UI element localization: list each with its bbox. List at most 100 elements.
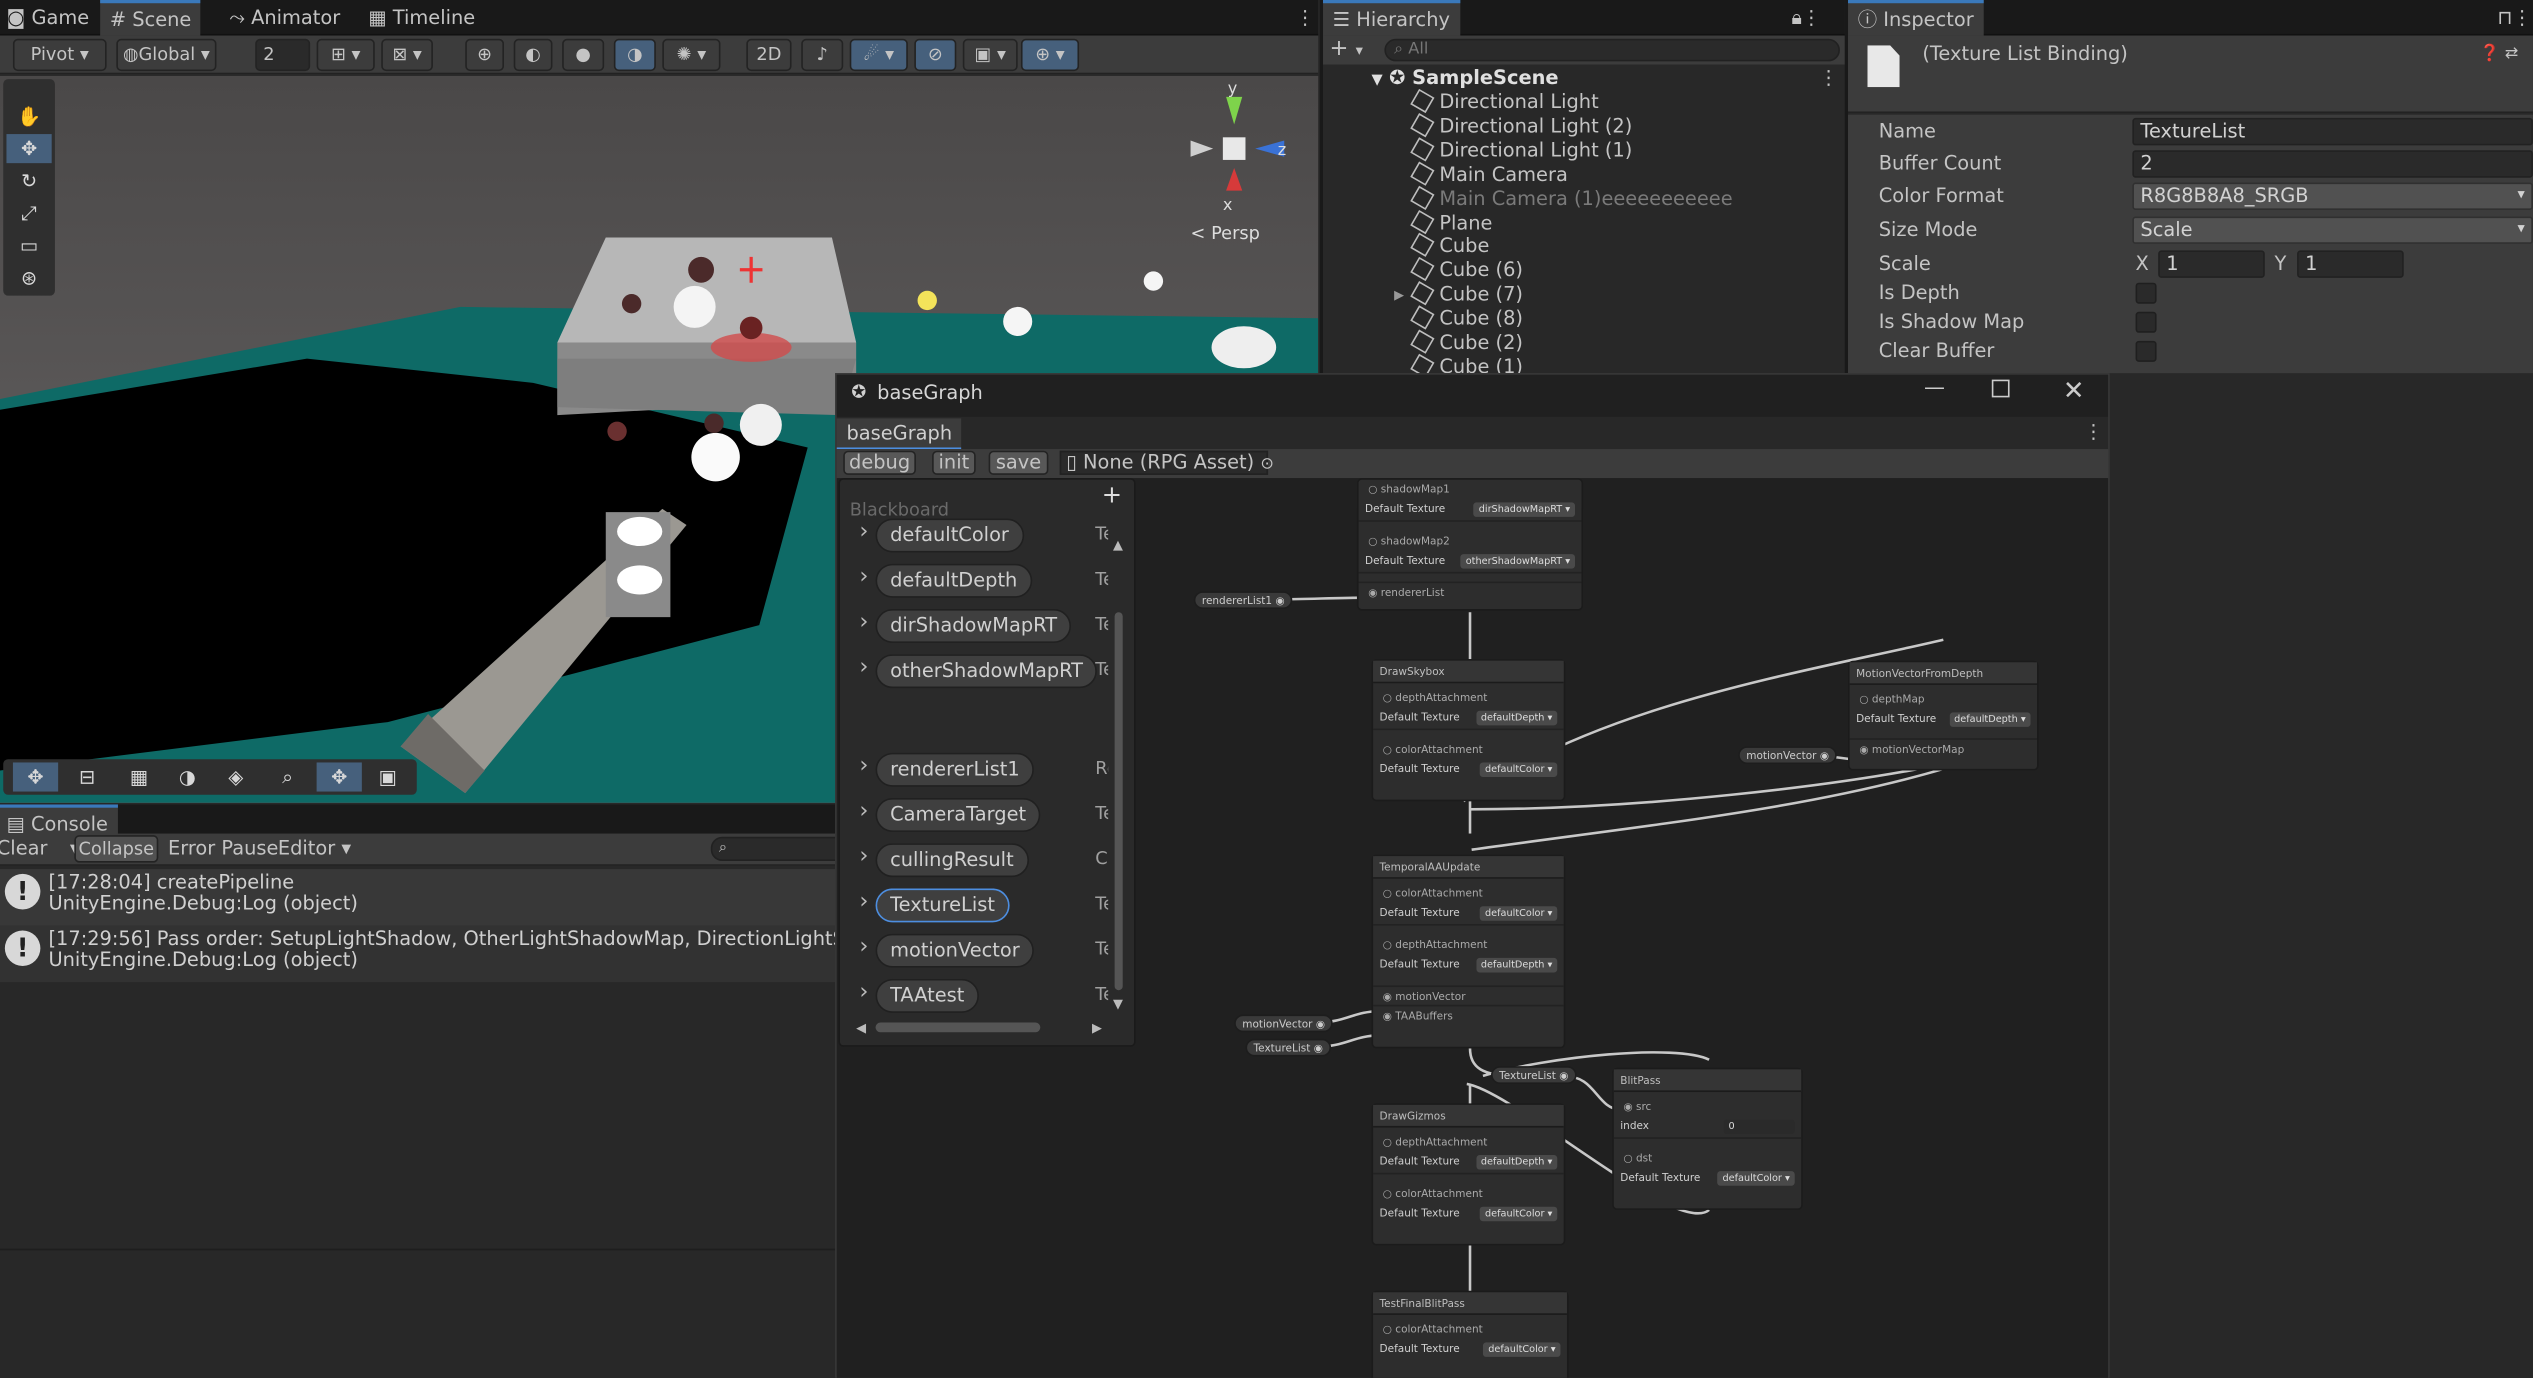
scroll-right-icon[interactable]: ▶ <box>1092 1021 1102 1036</box>
name-field[interactable]: TextureList <box>2132 117 2533 146</box>
init-button[interactable]: init <box>932 450 976 475</box>
depth-port[interactable]: ○ depthAttachment <box>1373 1132 1564 1151</box>
blackboard-item[interactable]: › cullingResult Culling <box>853 843 1108 879</box>
hierarchy-item[interactable]: Main Camera (1)eeeeeeeeeee <box>1410 185 1733 211</box>
scale-tool-icon[interactable]: ⤢ <box>6 199 51 228</box>
debug-draw-icon[interactable]: ✺ ▾ <box>662 38 721 72</box>
layers-icon[interactable]: ◈ <box>213 762 258 791</box>
display-icon[interactable]: ▣ <box>365 762 410 791</box>
blackboard-item[interactable]: › dirShadowMapRT Te <box>853 609 1108 645</box>
blackboard-item[interactable]: › defaultColor Te <box>853 518 1108 555</box>
color-port[interactable]: ○ colorAttachment <box>1373 1320 1567 1339</box>
color-port[interactable]: ○ colorAttachment <box>1373 1184 1564 1203</box>
motion-vector-node[interactable]: MotionVectorFromDepth ○ depthMap Default… <box>1848 660 2039 771</box>
shaded-icon[interactable]: ● <box>562 38 605 72</box>
chevron-right-icon[interactable]: › <box>859 654 868 680</box>
chevron-right-icon[interactable]: › <box>859 843 868 869</box>
grid-snap-icon[interactable]: ⊞ ▾ <box>316 38 375 72</box>
blackboard-field-pill[interactable]: dirShadowMapRT <box>875 609 1072 643</box>
scroll-left-icon[interactable]: ◀ <box>856 1021 866 1036</box>
blackboard-field-pill[interactable]: cullingResult <box>875 843 1029 878</box>
blit-pass-node[interactable]: BlitPass ◉ src index 0 ○ dst Default Text… <box>1612 1067 1803 1210</box>
snap-increment-icon[interactable]: ⊠ ▾ <box>381 38 433 72</box>
texture-dropdown[interactable]: defaultColor ▾ <box>1480 1206 1558 1222</box>
chevron-right-icon[interactable]: › <box>859 519 868 545</box>
texturelist-chip[interactable]: TextureList ◉ <box>1491 1066 1577 1084</box>
final-blit-node[interactable]: TestFinalBlitPass ○ colorAttachment Defa… <box>1371 1290 1569 1378</box>
texture-dropdown[interactable]: defaultColor ▾ <box>1483 1342 1561 1357</box>
global-dropdown[interactable]: ◍Global ▾ <box>116 38 217 72</box>
hierarchy-search[interactable]: ⌕ All <box>1384 38 1840 62</box>
tab-game[interactable]: ◙ Game <box>0 0 99 36</box>
hierarchy-item[interactable]: Cube (8) <box>1410 305 1523 331</box>
hierarchy-item[interactable]: Cube (2) <box>1410 329 1523 355</box>
motionvector-chip[interactable]: motionVector ◉ <box>1234 1014 1334 1033</box>
chevron-right-icon[interactable]: › <box>859 979 868 1005</box>
camera-icon[interactable]: ▣ ▾ <box>962 38 1018 72</box>
depth-port[interactable]: ○ depthAttachment <box>1373 688 1564 707</box>
src-port[interactable]: ◉ src <box>1614 1097 1801 1116</box>
scroll-up-icon[interactable]: ▲ <box>1113 538 1123 553</box>
add-icon[interactable]: + <box>1102 480 1122 509</box>
color-port[interactable]: ○ colorAttachment <box>1373 884 1564 903</box>
texture-dropdown[interactable]: defaultColor ▾ <box>1480 762 1558 778</box>
collapse-button[interactable]: Collapse <box>74 835 159 863</box>
hierarchy-item[interactable]: Cube <box>1410 233 1489 259</box>
graph-titlebar[interactable] <box>836 374 2109 417</box>
more-icon[interactable]: ⋮ <box>1819 66 1838 89</box>
blackboard-item[interactable]: › TextureList Textu <box>853 888 1108 924</box>
buffer-count-field[interactable]: 2 <box>2132 150 2533 178</box>
chevron-right-icon[interactable]: › <box>859 753 868 779</box>
blackboard-field-pill[interactable]: TAAtest <box>875 978 979 1013</box>
align-icon[interactable]: ⊟ <box>65 762 110 791</box>
texture-dropdown[interactable]: defaultDepth ▾ <box>1949 712 2031 727</box>
texture-dropdown[interactable]: otherShadowMapRT ▾ <box>1460 554 1576 569</box>
2d-toggle[interactable]: 2D <box>746 38 792 72</box>
pan-icon[interactable]: ✥ <box>316 762 362 792</box>
hierarchy-item[interactable]: Directional Light (2) <box>1410 112 1632 139</box>
expand-icon[interactable]: ▶ <box>1394 283 1404 307</box>
vertical-scrollbar[interactable] <box>1114 612 1123 991</box>
dst-port[interactable]: ○ dst <box>1614 1149 1801 1168</box>
hierarchy-item[interactable]: Cube (6) <box>1410 257 1523 283</box>
editor-dropdown[interactable]: Editor ▾ <box>278 837 351 860</box>
chevron-right-icon[interactable]: › <box>859 888 868 914</box>
hand-tool-icon[interactable]: ✋ <box>6 102 51 131</box>
blackboard-item[interactable]: › motionVector Te <box>853 933 1108 970</box>
taabuffers-port[interactable]: ◉ TAABuffers <box>1373 1004 1564 1024</box>
blackboard-field-pill[interactable]: otherShadowMapRT <box>875 654 1098 689</box>
texturelist-chip[interactable]: TextureList ◉ <box>1245 1038 1331 1057</box>
shading-icon[interactable]: ◑ <box>165 762 210 791</box>
lock-icon[interactable]: 🔒︎⋮ <box>1782 0 1831 36</box>
hierarchy-item[interactable]: Main Camera <box>1410 161 1568 187</box>
chevron-right-icon[interactable]: › <box>859 798 868 824</box>
move-snap-icon[interactable]: ✥ <box>12 762 59 792</box>
texture-dropdown[interactable]: defaultDepth ▾ <box>1475 710 1558 726</box>
blackboard-field-pill[interactable]: TextureList <box>875 888 1010 923</box>
close-icon[interactable]: ✕ <box>2063 375 2085 406</box>
blackboard-field-pill[interactable]: motionVector <box>875 933 1035 968</box>
rendererlist-port[interactable]: ◉ rendererList <box>1358 581 1582 601</box>
tab-timeline[interactable]: ▦ Timeline <box>359 0 485 36</box>
texture-dropdown[interactable]: defaultDepth ▾ <box>1475 957 1558 973</box>
tab-hierarchy[interactable]: ☰ Hierarchy <box>1323 0 1460 36</box>
draw-mode-icon[interactable]: ⊕ <box>465 38 505 72</box>
texture-dropdown[interactable]: dirShadowMapRT ▾ <box>1473 502 1576 517</box>
hierarchy-item[interactable]: Directional Light (1) <box>1410 136 1632 163</box>
persp-label[interactable]: < Persp <box>1191 223 1260 244</box>
asset-field[interactable]: ▯ None (RPG Asset) ⊙ <box>1059 450 1274 475</box>
clear-button[interactable]: Clear ▾ <box>0 837 80 860</box>
grid-toggle-icon[interactable]: ▦ <box>116 762 161 791</box>
move-tool-icon[interactable]: ✥ <box>6 134 52 164</box>
zoom-icon[interactable]: ⌕ <box>265 762 310 791</box>
rotate-tool-icon[interactable]: ↻ <box>6 166 51 195</box>
transform-tool-icon[interactable]: ⊛ <box>6 263 51 292</box>
shadow-node[interactable]: ○ shadowMap1 Default Texture dirShadowMap… <box>1356 478 1584 611</box>
scale-x-field[interactable]: 1 <box>2158 250 2265 278</box>
lock-icon[interactable]: ⊓⋮ <box>2488 0 2533 36</box>
color-port[interactable]: ○ colorAttachment <box>1373 740 1564 759</box>
blackboard-item[interactable]: › TAAtest Te <box>853 978 1108 1015</box>
motionvectormap-port[interactable]: ◉ motionVectorMap <box>1849 738 2038 757</box>
tab-basegraph[interactable]: baseGraph <box>836 418 962 450</box>
gizmos-icon[interactable]: ⊕ ▾ <box>1020 38 1080 72</box>
